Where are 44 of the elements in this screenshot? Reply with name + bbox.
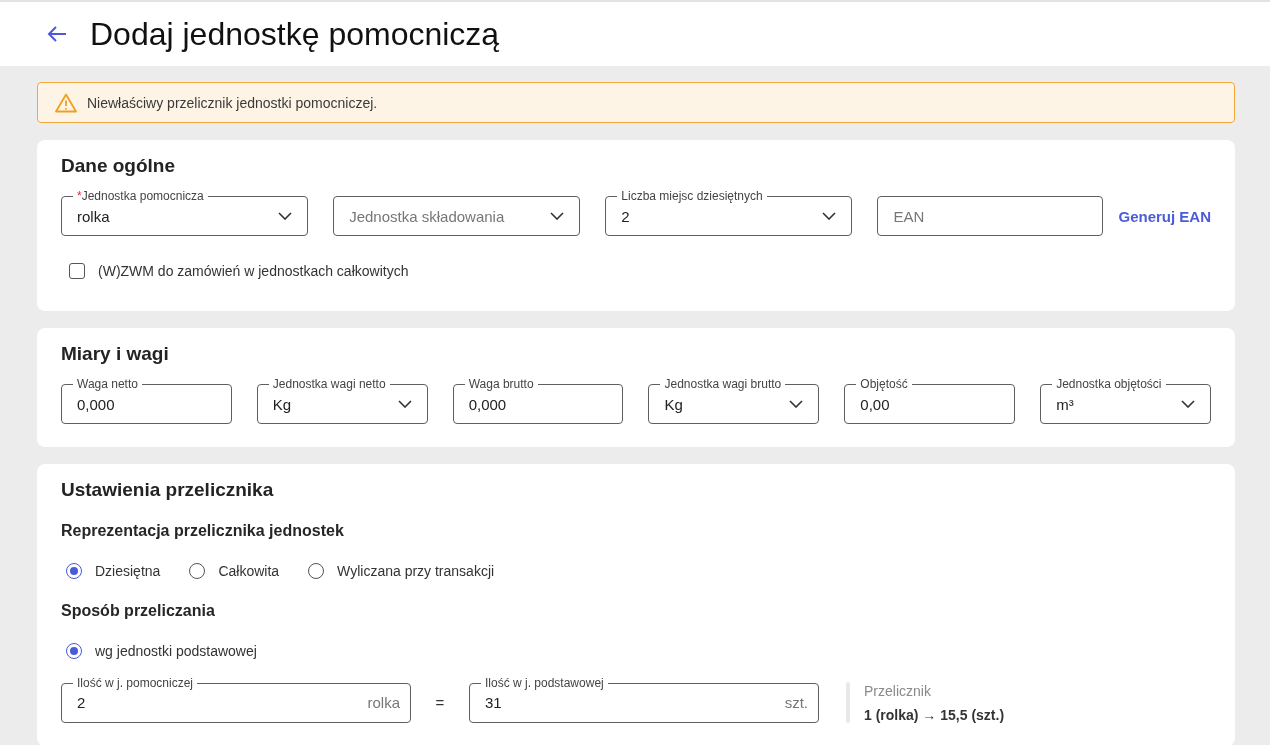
warning-icon: [55, 92, 77, 113]
field-label: Objętość: [856, 377, 912, 391]
radio-label[interactable]: wg jednostki podstawowej: [95, 643, 257, 659]
section-title: Ustawienia przelicznika: [61, 478, 275, 502]
radio-label[interactable]: Całkowita: [218, 563, 280, 579]
subsection-title: Reprezentacja przelicznika jednostek: [61, 521, 345, 541]
unit-label: szt.: [784, 694, 808, 711]
chevron-down-icon: [1180, 400, 1195, 408]
field-label: Ilość w j. pomocniczej: [73, 675, 198, 690]
radio-label[interactable]: Wyliczana przy transakcji: [337, 563, 495, 579]
converter-value: 1 (rolka) → 15,5 (szt.): [864, 706, 1005, 723]
checkbox-label[interactable]: (W)ZWM do zamówień w jednostkach całkowitych: [98, 263, 409, 279]
field-label: Jednostka objętości: [1052, 377, 1166, 391]
field-label: Waga netto: [73, 377, 142, 391]
radio-button[interactable]: [308, 563, 325, 579]
chevron-down-icon: [822, 212, 837, 220]
field-label: Liczba miejsc dziesiętnych: [617, 189, 767, 203]
radio-button[interactable]: [189, 563, 206, 579]
chevron-down-icon: [789, 400, 804, 408]
field-label: *Jednostka pomocnicza: [73, 189, 208, 203]
chevron-down-icon: [550, 212, 565, 220]
chevron-down-icon: [397, 400, 412, 408]
warning-message: Niewłaściwy przelicznik jednostki pomocniczej.: [87, 94, 378, 111]
section-title: Dane ogólne: [61, 154, 176, 178]
generate-ean-link[interactable]: Generuj EAN: [1118, 207, 1211, 225]
checkbox[interactable]: [69, 263, 85, 279]
subsection-title: Sposób przeliczania: [61, 601, 216, 621]
field-label: Jednostka wagi brutto: [660, 377, 786, 391]
radio-button[interactable]: [66, 643, 82, 659]
text-field[interactable]: EAN: [877, 196, 1104, 236]
converter-label: Przelicznik: [864, 682, 932, 699]
back-button[interactable]: [47, 26, 67, 42]
field-label: Jednostka wagi netto: [268, 377, 390, 391]
radio-button[interactable]: [66, 563, 82, 579]
equals-sign: =: [434, 694, 446, 711]
field-label: Waga brutto: [464, 377, 538, 391]
field-label: Ilość w j. podstawowej: [481, 675, 608, 690]
unit-label: rolka: [367, 694, 400, 711]
section-title: Miary i wagi: [61, 342, 170, 366]
select-field[interactable]: Jednostka składowania: [333, 196, 581, 236]
radio-label[interactable]: Dziesiętna: [95, 563, 161, 579]
page-title: Dodaj jednostkę pomocniczą: [90, 15, 500, 54]
arrow-left-icon: [47, 26, 67, 42]
chevron-down-icon: [278, 212, 293, 220]
